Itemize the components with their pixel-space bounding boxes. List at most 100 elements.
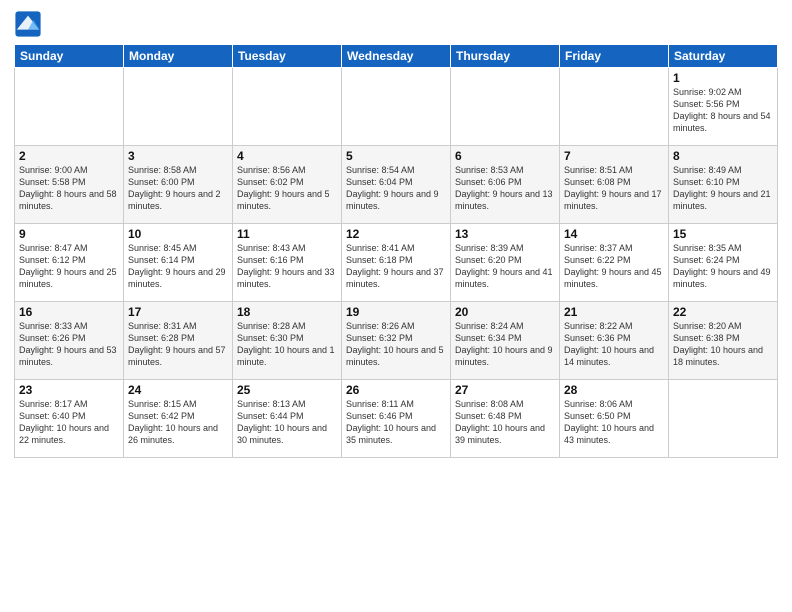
day-cell [15,68,124,146]
day-number: 23 [19,383,119,397]
day-number: 27 [455,383,555,397]
calendar-table: SundayMondayTuesdayWednesdayThursdayFrid… [14,44,778,458]
day-info: Sunrise: 8:54 AM Sunset: 6:04 PM Dayligh… [346,164,446,213]
weekday-sunday: Sunday [15,45,124,68]
day-cell: 26Sunrise: 8:11 AM Sunset: 6:46 PM Dayli… [342,380,451,458]
day-info: Sunrise: 8:47 AM Sunset: 6:12 PM Dayligh… [19,242,119,291]
day-number: 3 [128,149,228,163]
day-info: Sunrise: 8:13 AM Sunset: 6:44 PM Dayligh… [237,398,337,447]
day-cell: 21Sunrise: 8:22 AM Sunset: 6:36 PM Dayli… [560,302,669,380]
day-info: Sunrise: 8:58 AM Sunset: 6:00 PM Dayligh… [128,164,228,213]
day-number: 20 [455,305,555,319]
day-cell: 4Sunrise: 8:56 AM Sunset: 6:02 PM Daylig… [233,146,342,224]
day-number: 13 [455,227,555,241]
day-cell [451,68,560,146]
day-cell: 11Sunrise: 8:43 AM Sunset: 6:16 PM Dayli… [233,224,342,302]
day-info: Sunrise: 8:37 AM Sunset: 6:22 PM Dayligh… [564,242,664,291]
day-info: Sunrise: 8:41 AM Sunset: 6:18 PM Dayligh… [346,242,446,291]
day-number: 15 [673,227,773,241]
day-number: 2 [19,149,119,163]
day-cell [669,380,778,458]
day-info: Sunrise: 9:02 AM Sunset: 5:56 PM Dayligh… [673,86,773,135]
week-row-3: 9Sunrise: 8:47 AM Sunset: 6:12 PM Daylig… [15,224,778,302]
day-cell: 6Sunrise: 8:53 AM Sunset: 6:06 PM Daylig… [451,146,560,224]
weekday-saturday: Saturday [669,45,778,68]
day-info: Sunrise: 8:45 AM Sunset: 6:14 PM Dayligh… [128,242,228,291]
day-number: 28 [564,383,664,397]
day-number: 10 [128,227,228,241]
day-number: 8 [673,149,773,163]
day-info: Sunrise: 8:24 AM Sunset: 6:34 PM Dayligh… [455,320,555,369]
day-info: Sunrise: 8:39 AM Sunset: 6:20 PM Dayligh… [455,242,555,291]
day-cell: 8Sunrise: 8:49 AM Sunset: 6:10 PM Daylig… [669,146,778,224]
day-number: 26 [346,383,446,397]
day-info: Sunrise: 8:15 AM Sunset: 6:42 PM Dayligh… [128,398,228,447]
day-number: 5 [346,149,446,163]
day-cell: 22Sunrise: 8:20 AM Sunset: 6:38 PM Dayli… [669,302,778,380]
logo [14,10,46,38]
day-cell: 18Sunrise: 8:28 AM Sunset: 6:30 PM Dayli… [233,302,342,380]
day-info: Sunrise: 8:26 AM Sunset: 6:32 PM Dayligh… [346,320,446,369]
day-info: Sunrise: 8:51 AM Sunset: 6:08 PM Dayligh… [564,164,664,213]
day-info: Sunrise: 8:49 AM Sunset: 6:10 PM Dayligh… [673,164,773,213]
day-cell: 9Sunrise: 8:47 AM Sunset: 6:12 PM Daylig… [15,224,124,302]
day-cell: 12Sunrise: 8:41 AM Sunset: 6:18 PM Dayli… [342,224,451,302]
day-number: 18 [237,305,337,319]
header [14,10,778,38]
day-cell: 24Sunrise: 8:15 AM Sunset: 6:42 PM Dayli… [124,380,233,458]
logo-icon [14,10,42,38]
day-cell [233,68,342,146]
weekday-thursday: Thursday [451,45,560,68]
day-number: 25 [237,383,337,397]
day-info: Sunrise: 8:17 AM Sunset: 6:40 PM Dayligh… [19,398,119,447]
weekday-friday: Friday [560,45,669,68]
day-cell [342,68,451,146]
day-cell: 28Sunrise: 8:06 AM Sunset: 6:50 PM Dayli… [560,380,669,458]
day-cell: 17Sunrise: 8:31 AM Sunset: 6:28 PM Dayli… [124,302,233,380]
day-info: Sunrise: 8:35 AM Sunset: 6:24 PM Dayligh… [673,242,773,291]
weekday-wednesday: Wednesday [342,45,451,68]
page: SundayMondayTuesdayWednesdayThursdayFrid… [0,0,792,612]
day-info: Sunrise: 8:08 AM Sunset: 6:48 PM Dayligh… [455,398,555,447]
day-cell: 7Sunrise: 8:51 AM Sunset: 6:08 PM Daylig… [560,146,669,224]
day-info: Sunrise: 8:06 AM Sunset: 6:50 PM Dayligh… [564,398,664,447]
weekday-tuesday: Tuesday [233,45,342,68]
day-number: 11 [237,227,337,241]
day-info: Sunrise: 8:20 AM Sunset: 6:38 PM Dayligh… [673,320,773,369]
day-number: 9 [19,227,119,241]
day-number: 24 [128,383,228,397]
day-cell: 23Sunrise: 8:17 AM Sunset: 6:40 PM Dayli… [15,380,124,458]
day-info: Sunrise: 8:31 AM Sunset: 6:28 PM Dayligh… [128,320,228,369]
day-number: 7 [564,149,664,163]
day-info: Sunrise: 8:56 AM Sunset: 6:02 PM Dayligh… [237,164,337,213]
day-info: Sunrise: 8:28 AM Sunset: 6:30 PM Dayligh… [237,320,337,369]
day-number: 16 [19,305,119,319]
day-cell: 1Sunrise: 9:02 AM Sunset: 5:56 PM Daylig… [669,68,778,146]
day-number: 1 [673,71,773,85]
day-number: 14 [564,227,664,241]
day-cell: 14Sunrise: 8:37 AM Sunset: 6:22 PM Dayli… [560,224,669,302]
day-number: 12 [346,227,446,241]
day-cell: 10Sunrise: 8:45 AM Sunset: 6:14 PM Dayli… [124,224,233,302]
day-cell [560,68,669,146]
weekday-monday: Monday [124,45,233,68]
day-info: Sunrise: 9:00 AM Sunset: 5:58 PM Dayligh… [19,164,119,213]
day-number: 21 [564,305,664,319]
day-cell [124,68,233,146]
day-cell: 16Sunrise: 8:33 AM Sunset: 6:26 PM Dayli… [15,302,124,380]
day-cell: 15Sunrise: 8:35 AM Sunset: 6:24 PM Dayli… [669,224,778,302]
day-info: Sunrise: 8:43 AM Sunset: 6:16 PM Dayligh… [237,242,337,291]
week-row-1: 1Sunrise: 9:02 AM Sunset: 5:56 PM Daylig… [15,68,778,146]
day-number: 4 [237,149,337,163]
week-row-5: 23Sunrise: 8:17 AM Sunset: 6:40 PM Dayli… [15,380,778,458]
day-cell: 25Sunrise: 8:13 AM Sunset: 6:44 PM Dayli… [233,380,342,458]
day-number: 22 [673,305,773,319]
weekday-header-row: SundayMondayTuesdayWednesdayThursdayFrid… [15,45,778,68]
day-info: Sunrise: 8:22 AM Sunset: 6:36 PM Dayligh… [564,320,664,369]
day-cell: 20Sunrise: 8:24 AM Sunset: 6:34 PM Dayli… [451,302,560,380]
week-row-2: 2Sunrise: 9:00 AM Sunset: 5:58 PM Daylig… [15,146,778,224]
day-info: Sunrise: 8:33 AM Sunset: 6:26 PM Dayligh… [19,320,119,369]
week-row-4: 16Sunrise: 8:33 AM Sunset: 6:26 PM Dayli… [15,302,778,380]
day-info: Sunrise: 8:53 AM Sunset: 6:06 PM Dayligh… [455,164,555,213]
day-cell: 5Sunrise: 8:54 AM Sunset: 6:04 PM Daylig… [342,146,451,224]
